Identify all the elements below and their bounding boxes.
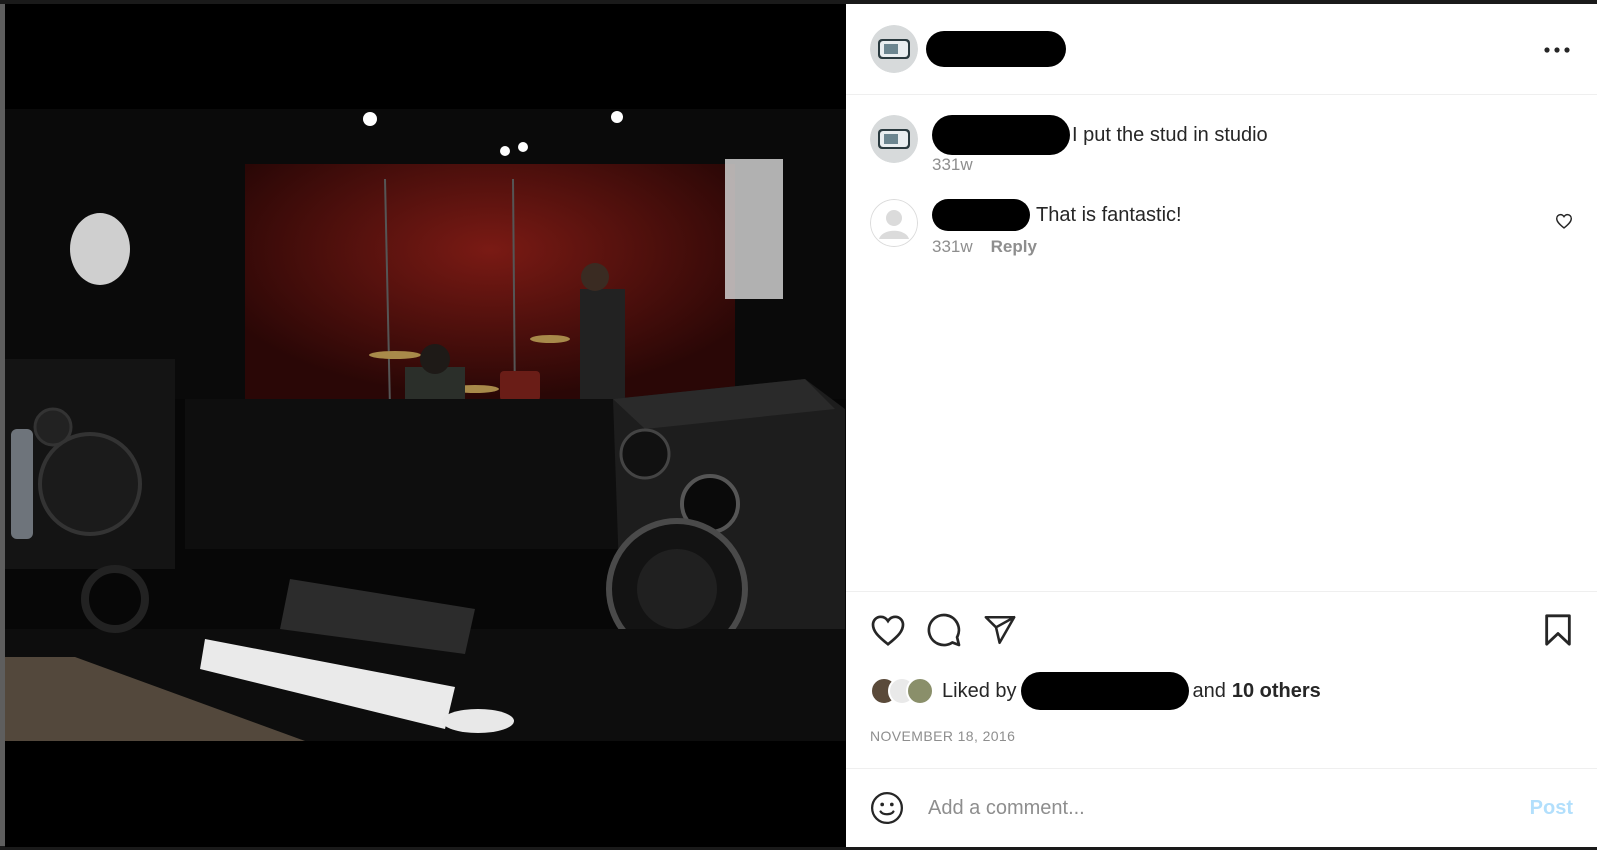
comments-section[interactable]: I put the stud in studio 331w That is fa… [846,95,1597,591]
heart-icon [1555,213,1573,229]
save-button[interactable] [1543,613,1573,647]
likes-summary: Liked by and 10 others [870,672,1573,710]
caption-text: I put the stud in studio [1072,124,1268,146]
commenter-username-redacted[interactable] [932,199,1030,231]
likes-others-link[interactable]: 10 others [1232,680,1321,703]
caption-author-redacted[interactable] [932,115,1070,155]
post-header [846,4,1597,95]
caption: I put the stud in studio 331w [870,115,1573,175]
add-comment-bar: Post [846,768,1597,847]
heart-icon [871,615,905,646]
like-button[interactable] [870,613,906,647]
liked-by-label: Liked by [942,679,1017,702]
bookmark-icon [1545,614,1571,646]
reply-button[interactable]: Reply [991,237,1037,257]
speech-bubble-icon [927,613,961,647]
ellipsis-icon [1544,47,1570,53]
post-actions: Liked by and 10 others NOVEMBER 18, 2016 [846,591,1597,744]
comment-like-button[interactable] [1555,213,1573,234]
liker-avatar [906,677,934,705]
author-username-redacted[interactable] [926,31,1066,67]
emoji-button[interactable] [870,791,904,825]
caption-age[interactable]: 331w [932,155,973,175]
comment-button[interactable] [926,612,962,648]
commenter-avatar[interactable] [870,199,918,247]
liker-avatars[interactable] [870,677,934,705]
post-modal: I put the stud in studio 331w That is fa… [5,4,1597,847]
caption-author-avatar[interactable] [870,115,918,163]
comment-age[interactable]: 331w [932,237,973,257]
smiley-icon [870,791,904,825]
liker-username-redacted[interactable] [1020,672,1189,710]
post-media[interactable] [5,4,846,847]
post-comment-button[interactable]: Post [1530,797,1573,820]
action-icons [870,610,1573,650]
share-button[interactable] [982,613,1018,647]
comment-item: That is fantastic! 331w Reply [870,199,1573,257]
post-photo [5,109,846,741]
comment-text: That is fantastic! [1036,204,1182,226]
post-side-panel: I put the stud in studio 331w That is fa… [846,4,1597,847]
likes-joiner: and [1192,679,1226,702]
more-options-button[interactable] [1541,34,1573,66]
post-date[interactable]: NOVEMBER 18, 2016 [870,728,1573,744]
comment-input[interactable] [928,796,1530,820]
author-avatar[interactable] [870,25,918,73]
paper-plane-icon [984,615,1016,645]
